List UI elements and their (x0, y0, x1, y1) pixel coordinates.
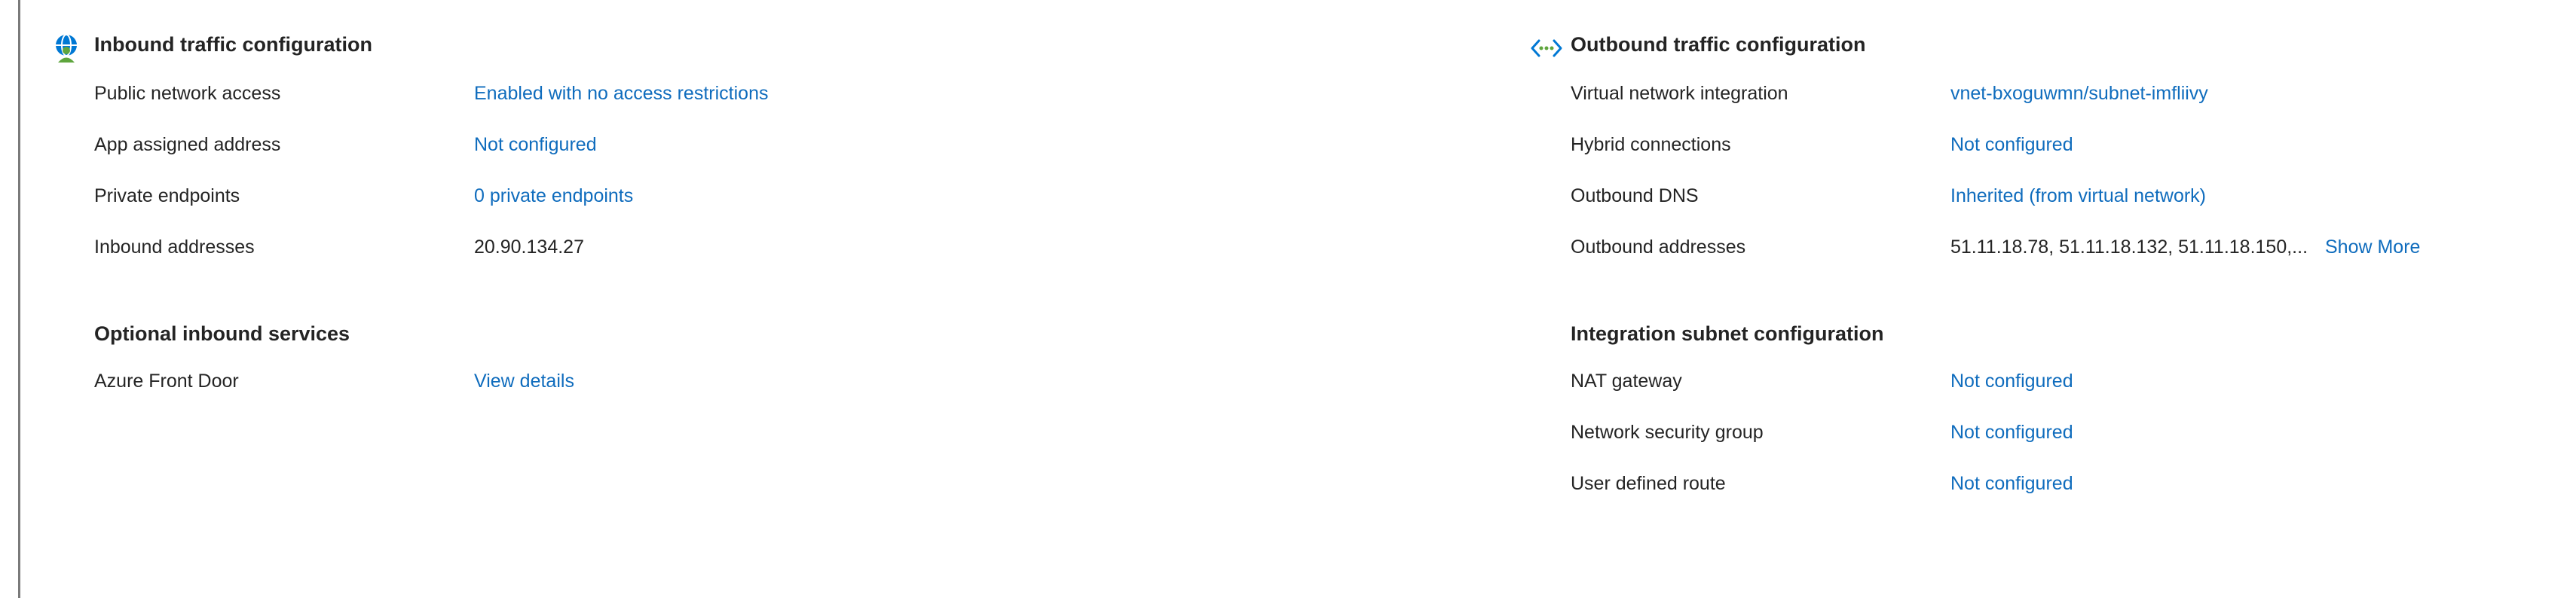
outbound-row-hybrid-connections: Hybrid connections Not configured (1571, 128, 2550, 161)
private-endpoints-link[interactable]: 0 private endpoints (474, 185, 633, 207)
row-label: Hybrid connections (1571, 133, 1731, 155)
user-defined-route-link[interactable]: Not configured (1950, 473, 2073, 495)
outbound-section: Outbound traffic configuration Virtual n… (1500, 0, 2555, 598)
azure-front-door-view-details-link[interactable]: View details (474, 371, 574, 392)
inbound-section-title: Inbound traffic configuration (94, 33, 372, 56)
row-label: Outbound DNS (1571, 185, 1699, 206)
optional-inbound-services-title: Optional inbound services (94, 322, 350, 345)
row-label: App assigned address (94, 133, 281, 155)
row-label: Private endpoints (94, 185, 240, 206)
outbound-row-outbound-addresses: Outbound addresses 51.11.18.78, 51.11.18… (1571, 230, 2550, 264)
row-label: Inbound addresses (94, 236, 255, 258)
inbound-row-app-assigned-address: App assigned address Not configured (94, 128, 1375, 161)
outbound-row-virtual-network-integration: Virtual network integration vnet-bxoguwm… (1571, 77, 2550, 110)
subnet-row-user-defined-route: User defined route Not configured (1571, 467, 2550, 500)
inbound-row-public-network-access: Public network access Enabled with no ac… (94, 77, 1375, 110)
row-label: Network security group (1571, 421, 1764, 443)
network-security-group-link[interactable]: Not configured (1950, 422, 2073, 444)
virtual-network-integration-link[interactable]: vnet-bxoguwmn/subnet-imfliivy (1950, 83, 2208, 105)
inbound-row-private-endpoints: Private endpoints 0 private endpoints (94, 179, 1375, 212)
outbound-arrows-icon (1530, 32, 1563, 65)
outbound-dns-link[interactable]: Inherited (from virtual network) (1950, 185, 2206, 207)
outbound-row-outbound-dns: Outbound DNS Inherited (from virtual net… (1571, 179, 2550, 212)
inbound-section: Inbound traffic configuration Public net… (0, 0, 1432, 598)
optional-row-azure-front-door: Azure Front Door View details (94, 365, 1375, 398)
integration-subnet-configuration-title: Integration subnet configuration (1571, 322, 1884, 345)
row-label: Virtual network integration (1571, 82, 1788, 104)
globe-person-icon (50, 32, 83, 65)
subnet-row-nat-gateway: NAT gateway Not configured (1571, 365, 2550, 398)
row-label: Public network access (94, 82, 281, 104)
outbound-section-title: Outbound traffic configuration (1571, 33, 1866, 56)
show-more-link[interactable]: Show More (2325, 236, 2420, 258)
row-label: NAT gateway (1571, 370, 1682, 392)
row-label: User defined route (1571, 472, 1726, 494)
app-assigned-address-link[interactable]: Not configured (474, 134, 597, 156)
inbound-row-inbound-addresses: Inbound addresses 20.90.134.27 (94, 230, 1375, 264)
public-network-access-link[interactable]: Enabled with no access restrictions (474, 83, 768, 105)
row-label: Outbound addresses (1571, 236, 1746, 258)
hybrid-connections-link[interactable]: Not configured (1950, 134, 2073, 156)
row-label: Azure Front Door (94, 370, 239, 392)
outbound-addresses-value: 51.11.18.78, 51.11.18.132, 51.11.18.150,… (1950, 236, 2308, 258)
inbound-addresses-value: 20.90.134.27 (474, 236, 584, 258)
subnet-row-network-security-group: Network security group Not configured (1571, 416, 2550, 449)
nat-gateway-link[interactable]: Not configured (1950, 371, 2073, 392)
